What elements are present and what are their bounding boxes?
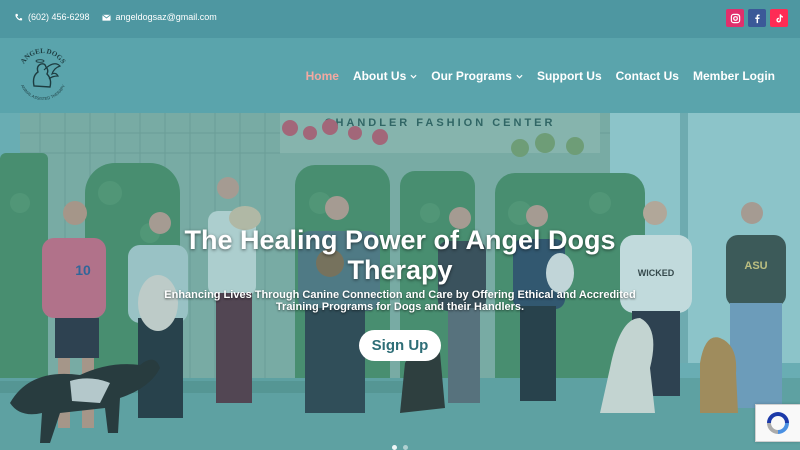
nav-about-us-label: About Us [352,69,407,83]
nav-member-login[interactable]: Member Login [693,69,775,83]
hero-title-line-2: Therapy [347,255,453,285]
phone-number: (602) 456-6298 [28,12,90,22]
instagram-button[interactable] [726,9,744,27]
slide-dot-2[interactable] [403,445,408,450]
hero-section: CHANDLER FASHION CENTER 10 WICKED ASU Th… [0,113,800,450]
nav-home-label: Home [305,69,339,83]
hero-title-line-1: The Healing Power of Angel Dogs [184,225,616,255]
email-address: angeldogsaz@gmail.com [115,12,217,22]
phone-icon [15,13,23,20]
tiktok-icon [775,13,783,22]
nav-contact-us[interactable]: Contact Us [616,69,679,83]
contact-info: (602) 456-6298 angeldogsaz@gmail.com [14,12,217,22]
facebook-button[interactable] [748,9,766,27]
hero-title: The Healing Power of Angel Dogs Therapy [0,225,800,285]
slider-pagination [392,445,408,450]
top-bar: (602) 456-6298 angeldogsaz@gmail.com [0,0,800,38]
hero-subtitle-line-1: Enhancing Lives Through Canine Connectio… [164,289,636,301]
instagram-icon [730,13,740,23]
nav-member-login-label: Member Login [692,69,775,83]
slide-dot-1[interactable] [392,445,397,450]
nav-our-programs-label: Our Programs [431,69,512,83]
sign-up-button[interactable]: Sign Up [359,330,441,361]
hero-subtitle: Enhancing Lives Through Canine Connectio… [140,289,660,313]
angel-dog-logo-icon: ANGEL DOGS ANIMAL ASSISTED THERAPY [19,47,67,101]
site-logo[interactable]: ANGEL DOGS ANIMAL ASSISTED THERAPY [14,46,72,104]
hero-subtitle-line-2: Training Programs for Dogs and their Han… [275,301,525,313]
logo-text: ANGEL DOGS [19,47,67,65]
email-icon [101,13,111,21]
nav-support-us[interactable]: Support Us [537,69,602,83]
nav-support-us-label: Support Us [536,69,602,83]
nav-our-programs[interactable]: Our Programs [431,69,523,83]
chevron-down-icon [410,74,417,79]
nav-contact-us-label: Contact Us [615,69,679,83]
main-nav: Home About Us Our Programs Support Us Co… [306,69,775,83]
recaptcha-badge[interactable] [755,404,800,442]
facebook-icon [754,14,760,23]
site-header: ANGEL DOGS ANIMAL ASSISTED THERAPY Home … [0,38,800,113]
chevron-down-icon [516,74,523,79]
social-links [726,9,788,27]
svg-text:ANGEL DOGS: ANGEL DOGS [19,47,67,65]
phone-link[interactable]: (602) 456-6298 [14,12,90,22]
email-link[interactable]: angeldogsaz@gmail.com [101,12,217,22]
nav-home[interactable]: Home [306,69,339,83]
recaptcha-icon [767,412,789,434]
tiktok-button[interactable] [770,9,788,27]
nav-about-us[interactable]: About Us [353,69,417,83]
